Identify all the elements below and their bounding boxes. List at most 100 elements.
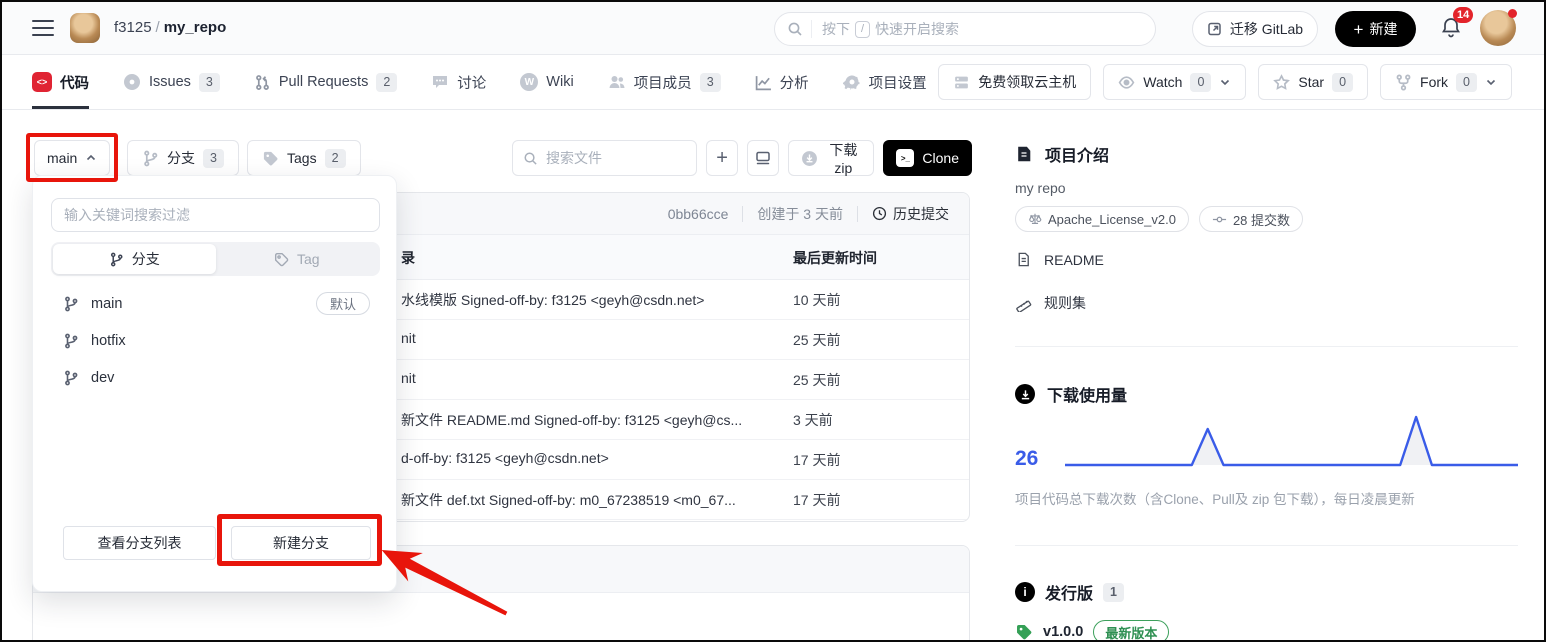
divider bbox=[857, 206, 858, 222]
branch-selector-value: main bbox=[47, 150, 77, 166]
commit-time: 17 天前 bbox=[793, 490, 840, 510]
download-circle-icon bbox=[801, 150, 818, 167]
notifications-bell[interactable]: 14 bbox=[1439, 15, 1465, 41]
new-button-label: 新建 bbox=[1369, 19, 1397, 39]
issues-icon bbox=[123, 73, 141, 91]
global-search-input[interactable]: 按下 / 快速开启搜索 bbox=[774, 12, 1156, 46]
clock-icon bbox=[872, 206, 887, 221]
commits-count-label: 28 提交数 bbox=[1233, 210, 1290, 229]
hamburger-menu-icon[interactable] bbox=[32, 20, 54, 36]
search-icon bbox=[523, 151, 538, 166]
search-placeholder-prefix: 按下 bbox=[822, 19, 850, 39]
tab-wiki[interactable]: W Wiki bbox=[520, 55, 573, 109]
avatar-status-dot bbox=[1508, 9, 1517, 18]
file-search-input[interactable] bbox=[546, 150, 686, 166]
topbar: f3125/my_repo 按下 / 快速开启搜索 迁移 GitLab + 新建 bbox=[2, 2, 1544, 55]
tags-count-badge: 2 bbox=[325, 149, 346, 168]
breadcrumb-separator: / bbox=[156, 19, 160, 36]
tags-button[interactable]: Tags 2 bbox=[247, 140, 361, 176]
commit-time: 25 天前 bbox=[793, 370, 840, 390]
download-zip-button[interactable]: 下载zip bbox=[788, 140, 874, 176]
downloads-section-header: 下载使用量 bbox=[1015, 382, 1127, 406]
pull-request-icon bbox=[254, 74, 271, 91]
clone-button[interactable]: >_ Clone bbox=[883, 140, 972, 176]
commits-badge[interactable]: 28 提交数 bbox=[1199, 206, 1303, 232]
slash-keycap: / bbox=[855, 21, 870, 38]
divider bbox=[742, 206, 743, 222]
license-badge[interactable]: Apache_License_v2.0 bbox=[1015, 206, 1189, 232]
tab-branches[interactable]: 分支 bbox=[53, 244, 216, 274]
commit-time: 3 天前 bbox=[793, 410, 833, 430]
about-title: 项目介绍 bbox=[1045, 142, 1109, 166]
releases-title: 发行版 bbox=[1045, 580, 1093, 604]
web-ide-button[interactable] bbox=[747, 140, 779, 176]
commit-message: 水线模版 Signed-off-by: f3125 <geyh@csdn.net… bbox=[401, 290, 704, 310]
plus-icon: + bbox=[716, 147, 728, 170]
tab-discussions[interactable]: 讨论 bbox=[431, 55, 486, 109]
file-search[interactable] bbox=[512, 140, 697, 176]
discussion-icon bbox=[431, 73, 449, 91]
commit-hash[interactable]: 0bb66cce bbox=[668, 206, 729, 222]
repo-owner-avatar[interactable] bbox=[70, 13, 100, 43]
repo-description: my repo bbox=[1015, 180, 1066, 196]
history-label: 历史提交 bbox=[893, 204, 949, 224]
user-avatar[interactable] bbox=[1480, 10, 1516, 46]
tab-code[interactable]: <> 代码 bbox=[32, 55, 89, 109]
tab-members-label: 项目成员 bbox=[634, 72, 692, 93]
tag-icon bbox=[274, 252, 289, 267]
wiki-icon: W bbox=[520, 73, 538, 91]
release-version[interactable]: v1.0.0 bbox=[1043, 624, 1083, 640]
tags-label: Tags bbox=[287, 150, 317, 166]
server-icon bbox=[953, 74, 970, 91]
free-cloud-host-button[interactable]: 免费领取云主机 bbox=[938, 64, 1091, 100]
star-count-badge: 0 bbox=[1332, 73, 1353, 92]
sparkline-line bbox=[1065, 417, 1518, 465]
file-icon bbox=[1015, 251, 1032, 268]
branch-selector[interactable]: main bbox=[34, 140, 110, 176]
tab-pull-requests[interactable]: Pull Requests 2 bbox=[254, 55, 397, 109]
breadcrumb-repo[interactable]: my_repo bbox=[164, 19, 227, 36]
branch-name: hotfix bbox=[91, 333, 126, 349]
migrate-gitlab-button[interactable]: 迁移 GitLab bbox=[1192, 11, 1318, 47]
branch-icon bbox=[142, 150, 159, 167]
branches-button[interactable]: 分支 3 bbox=[127, 140, 239, 176]
fork-label: Fork bbox=[1420, 74, 1448, 90]
new-button[interactable]: + 新建 bbox=[1335, 11, 1416, 47]
branch-filter-input[interactable] bbox=[51, 198, 380, 232]
branch-item-dev[interactable]: dev bbox=[33, 359, 396, 396]
fork-button[interactable]: Fork 0 bbox=[1380, 64, 1512, 100]
history-link[interactable]: 历史提交 bbox=[872, 204, 949, 224]
tab-settings[interactable]: 项目设置 bbox=[843, 55, 927, 109]
branch-item-hotfix[interactable]: hotfix bbox=[33, 322, 396, 359]
latest-release-badge[interactable]: 最新版本 bbox=[1093, 620, 1169, 642]
branch-item-main[interactable]: main 默认 bbox=[33, 285, 396, 322]
fork-icon bbox=[1395, 74, 1412, 91]
commit-message: 新文件 README.md Signed-off-by: f3125 <geyh… bbox=[401, 410, 742, 430]
downloads-title: 下载使用量 bbox=[1047, 382, 1127, 406]
breadcrumb[interactable]: f3125/my_repo bbox=[114, 19, 226, 36]
commit-created: 创建于 3 天前 bbox=[757, 204, 843, 224]
tab-tags[interactable]: Tag bbox=[216, 244, 379, 274]
releases-section-header: i 发行版 1 bbox=[1015, 580, 1124, 604]
commit-message: 新文件 def.txt Signed-off-by: m0_67238519 <… bbox=[401, 490, 736, 510]
tab-members[interactable]: 项目成员 3 bbox=[608, 55, 721, 109]
download-zip-label: 下载zip bbox=[825, 140, 861, 176]
star-button[interactable]: Star 0 bbox=[1258, 64, 1368, 100]
info-icon: i bbox=[1015, 582, 1035, 602]
migrate-gitlab-label: 迁移 GitLab bbox=[1230, 19, 1303, 39]
tags-tab-label: Tag bbox=[297, 251, 320, 267]
new-branch-button[interactable]: 新建分支 bbox=[231, 526, 371, 560]
sparkline-fill bbox=[1065, 417, 1518, 465]
releases-count-badge: 1 bbox=[1103, 583, 1124, 602]
readme-link[interactable]: README bbox=[1015, 251, 1104, 268]
branches-tab-label: 分支 bbox=[132, 249, 160, 269]
sidebar-divider bbox=[1015, 346, 1518, 347]
tab-analytics[interactable]: 分析 bbox=[755, 55, 809, 109]
release-item[interactable]: v1.0.0 最新版本 bbox=[1015, 620, 1169, 642]
breadcrumb-owner[interactable]: f3125 bbox=[114, 19, 152, 36]
rules-link[interactable]: 规则集 bbox=[1015, 293, 1086, 313]
view-branch-list-button[interactable]: 查看分支列表 bbox=[63, 526, 216, 560]
tab-issues[interactable]: Issues 3 bbox=[123, 55, 220, 109]
add-file-button[interactable]: + bbox=[706, 140, 738, 176]
watch-button[interactable]: Watch 0 bbox=[1103, 64, 1246, 100]
